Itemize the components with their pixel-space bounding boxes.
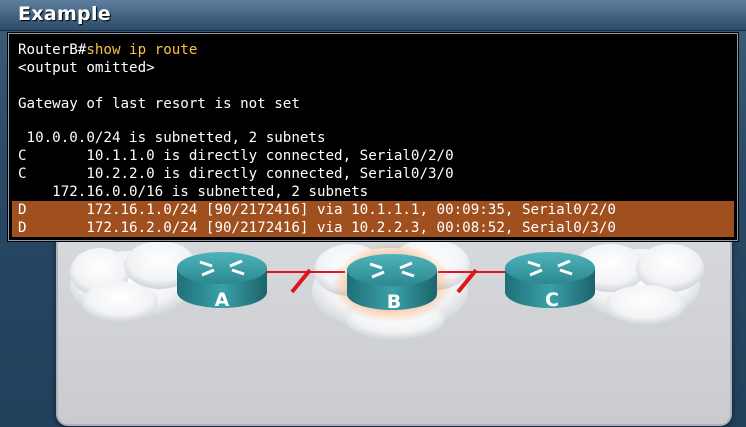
- highlighted-route-row: D 172.16.2.0/24 [90/2172416] via 10.2.2.…: [12, 219, 734, 237]
- router-b-label: B: [387, 291, 401, 313]
- cli-prompt: RouterB#: [18, 42, 87, 58]
- output-line: 10.0.0.0/24 is subnetted, 2 subnets: [18, 130, 326, 146]
- route-line: D 172.16.2.0/24 [90/2172416] via 10.2.2.…: [18, 220, 616, 236]
- output-line: <output omitted>: [18, 60, 155, 76]
- route-line: D 172.16.1.0/24 [90/2172416] via 10.1.1.…: [18, 202, 616, 218]
- router-c-label: C: [545, 289, 559, 311]
- router-a-label: A: [215, 289, 230, 311]
- router-c-icon[interactable]: C: [505, 252, 595, 311]
- output-line: C 10.2.2.0 is directly connected, Serial…: [18, 166, 454, 182]
- output-line: C 10.1.1.0 is directly connected, Serial…: [18, 148, 454, 164]
- router-b-icon[interactable]: B: [347, 254, 437, 313]
- output-line: Gateway of last resort is not set: [18, 96, 300, 112]
- highlighted-route-row: D 172.16.1.0/24 [90/2172416] via 10.1.1.…: [12, 201, 734, 219]
- router-a-icon[interactable]: A: [177, 252, 267, 311]
- cli-command: show ip route: [86, 42, 198, 58]
- output-line: 172.16.0.0/16 is subnetted, 2 subnets: [18, 184, 369, 200]
- terminal-output: RouterB#show ip route <output omitted> G…: [8, 33, 738, 241]
- command-line: RouterB#show ip route: [18, 41, 197, 59]
